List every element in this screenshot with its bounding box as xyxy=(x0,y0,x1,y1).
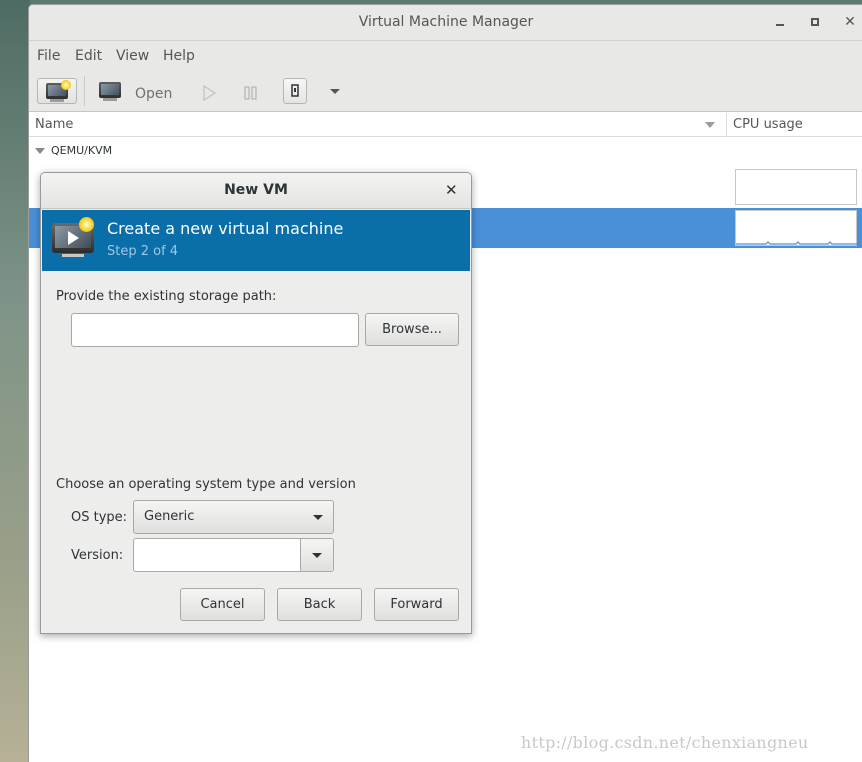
minimize-button[interactable] xyxy=(772,14,788,30)
wizard-step: Step 2 of 4 xyxy=(107,244,179,259)
pause-icon xyxy=(244,86,257,100)
column-cpu-usage[interactable]: CPU usage xyxy=(733,117,803,132)
version-combo[interactable] xyxy=(133,538,334,572)
storage-path-label: Provide the existing storage path: xyxy=(56,289,277,304)
browse-button[interactable]: Browse... xyxy=(365,313,459,346)
connection-group[interactable]: QEMU/KVM xyxy=(35,144,112,157)
power-icon xyxy=(291,84,299,97)
watermark: http://blog.csdn.net/chenxiangneu xyxy=(521,733,809,752)
open-button[interactable] xyxy=(95,78,123,104)
back-button[interactable]: Back xyxy=(277,588,362,621)
os-type-label: OS type: xyxy=(71,510,128,525)
window-title: Virtual Machine Manager xyxy=(358,14,534,30)
close-icon: ✕ xyxy=(445,181,458,199)
forward-button[interactable]: Forward xyxy=(374,588,459,621)
column-name[interactable]: Name xyxy=(35,117,73,132)
version-label: Version: xyxy=(71,548,124,563)
menu-edit[interactable]: Edit xyxy=(75,48,102,64)
expander-icon xyxy=(35,148,45,154)
cancel-button[interactable]: Cancel xyxy=(180,588,265,621)
close-icon: ✕ xyxy=(844,14,856,30)
chevron-down-icon xyxy=(330,89,340,94)
play-icon xyxy=(203,84,217,102)
star-icon xyxy=(79,217,94,232)
cpu-graph xyxy=(735,210,858,246)
chevron-down-icon xyxy=(312,553,322,558)
maximize-button[interactable] xyxy=(807,14,823,30)
desktop-background xyxy=(0,0,30,762)
sort-arrow-icon xyxy=(705,122,715,128)
version-dropdown-button[interactable] xyxy=(300,539,333,571)
menu-file[interactable]: File xyxy=(37,48,60,64)
vm-list-header: Name CPU usage xyxy=(29,113,862,137)
toolbar-separator xyxy=(84,76,85,106)
chevron-down-icon xyxy=(313,515,323,520)
menu-help[interactable]: Help xyxy=(163,48,195,64)
dialog-title: New VM xyxy=(224,182,288,198)
wizard-heading: Create a new virtual machine xyxy=(107,219,344,238)
storage-path-input[interactable] xyxy=(71,313,359,347)
menubar: File Edit View Help xyxy=(29,41,862,70)
dialog-close-button[interactable]: ✕ xyxy=(445,181,458,199)
run-button[interactable] xyxy=(199,78,219,104)
minimize-icon xyxy=(776,24,784,26)
play-icon xyxy=(68,231,79,245)
pause-button[interactable] xyxy=(241,78,261,104)
wizard-banner: Create a new virtual machine Step 2 of 4 xyxy=(42,210,470,271)
star-icon xyxy=(61,80,71,90)
toolbar: Open xyxy=(29,70,862,112)
menu-view[interactable]: View xyxy=(116,48,149,64)
close-button[interactable]: ✕ xyxy=(842,14,858,30)
shutdown-button[interactable] xyxy=(283,78,307,104)
cpu-graph xyxy=(735,169,857,205)
os-type-value: Generic xyxy=(144,509,195,524)
os-section-label: Choose an operating system type and vers… xyxy=(56,477,356,492)
open-label[interactable]: Open xyxy=(135,86,172,102)
connection-label: QEMU/KVM xyxy=(51,144,113,157)
dialog-titlebar[interactable]: New VM ✕ xyxy=(41,173,471,209)
cpu-sparkline xyxy=(736,241,858,245)
shutdown-menu-button[interactable] xyxy=(325,78,345,104)
new-vm-button[interactable] xyxy=(37,78,77,104)
monitor-icon xyxy=(99,82,121,98)
new-vm-dialog: New VM ✕ Create a new virtual machine St… xyxy=(40,172,472,634)
window-titlebar[interactable]: Virtual Machine Manager ✕ xyxy=(29,5,862,41)
maximize-icon xyxy=(811,18,819,26)
os-type-select[interactable]: Generic xyxy=(133,500,334,534)
